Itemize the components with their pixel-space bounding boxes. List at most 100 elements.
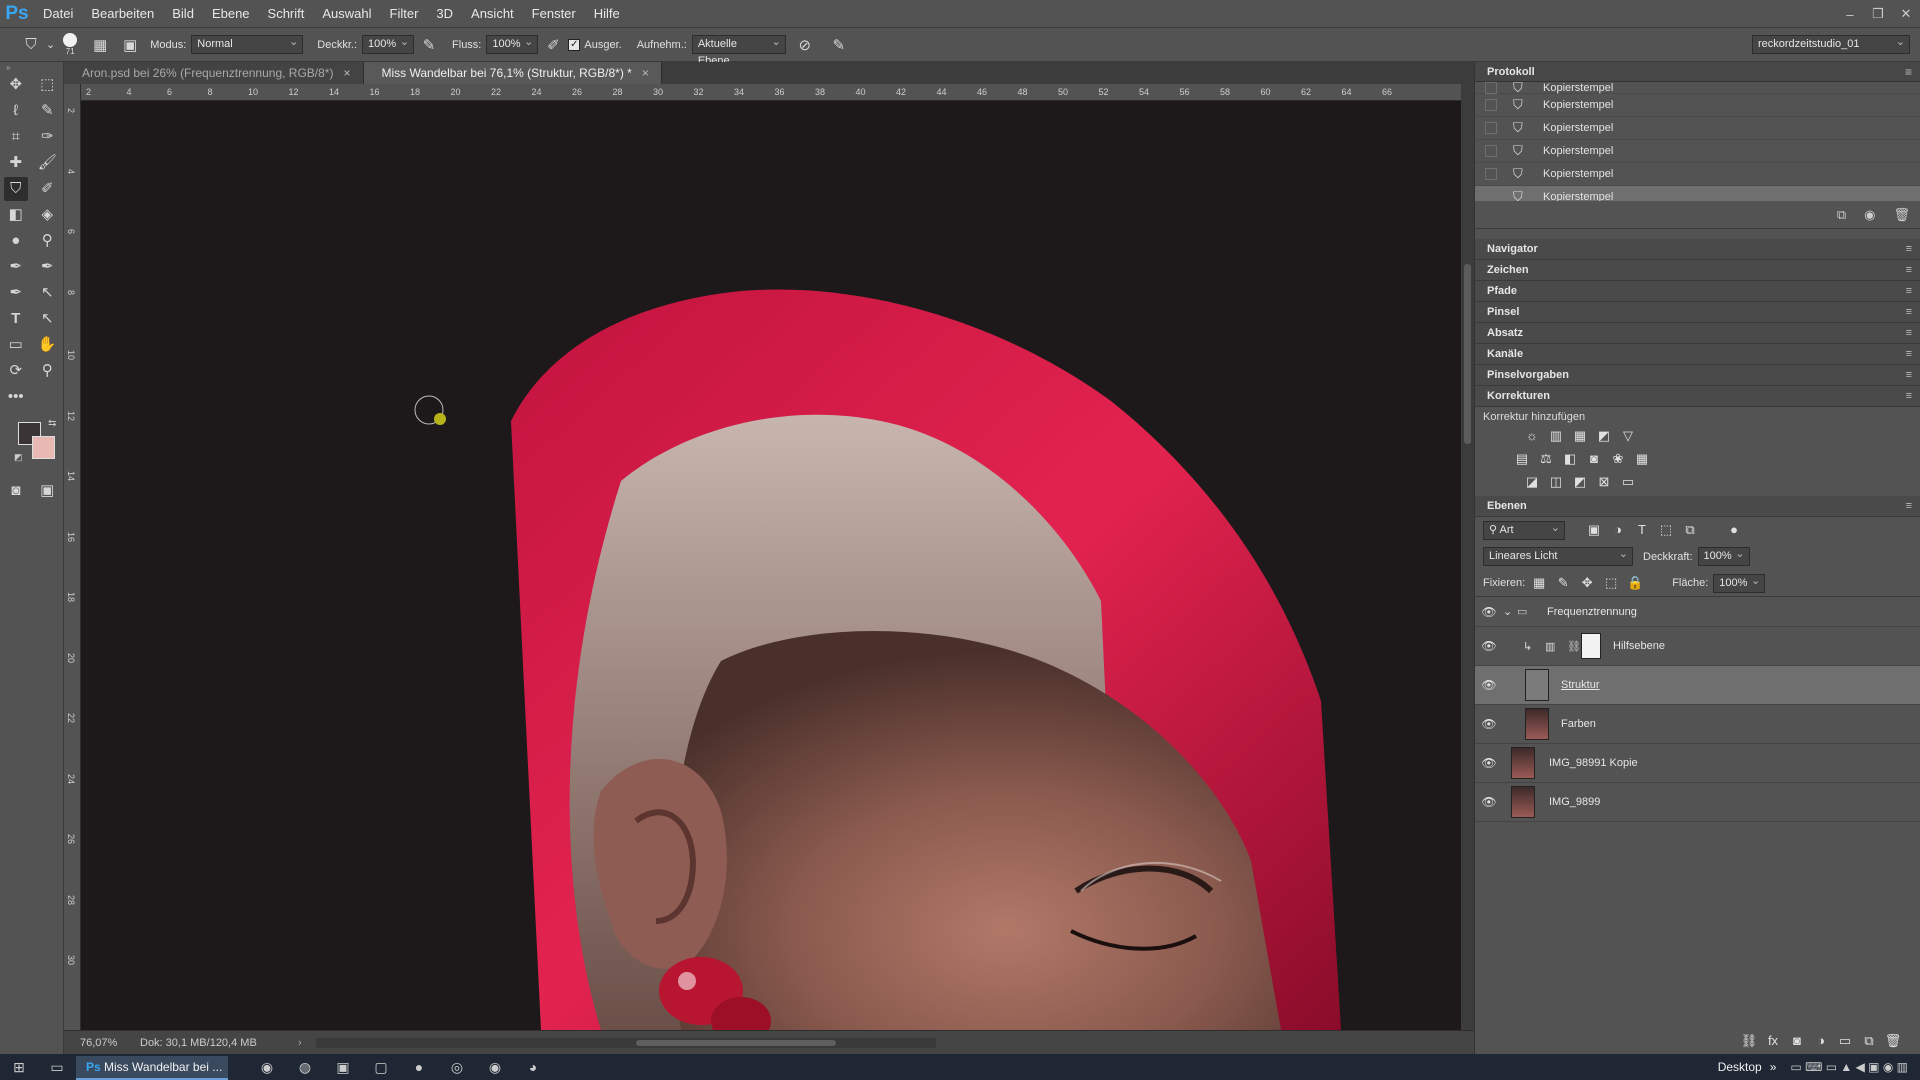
ignore-adjustment-layers-icon[interactable]: ⊘ xyxy=(796,36,814,54)
brush-preset-picker[interactable]: 71 xyxy=(63,33,78,56)
close-icon[interactable]: × xyxy=(343,66,350,80)
paint-bucket-tool-icon[interactable]: ◈ xyxy=(35,203,59,227)
pixel-filter-icon[interactable]: ▣ xyxy=(1585,521,1603,539)
opacity-dropdown[interactable]: 100% xyxy=(1697,546,1750,566)
snapshot-source-checkbox[interactable] xyxy=(1485,191,1497,201)
menu-filter[interactable]: Filter xyxy=(381,0,428,28)
eye-icon[interactable]: 👁 xyxy=(1475,717,1503,731)
taskbar-app-photoshop[interactable]: Ps Miss Wandelbar bei ... xyxy=(76,1055,228,1080)
move-tool-icon[interactable]: ✥ xyxy=(4,73,28,97)
panel-menu-icon[interactable]: ≡ xyxy=(1906,327,1912,339)
tool-preset-chevron-icon[interactable]: ⌄ xyxy=(46,38,55,51)
lock-all-icon[interactable]: 🔒 xyxy=(1626,574,1644,592)
crop-tool-icon[interactable]: ⌗ xyxy=(4,125,28,149)
deckkr-dropdown[interactable]: 100% xyxy=(362,34,415,54)
new-group-icon[interactable]: ▭ xyxy=(1836,1032,1854,1050)
airbrush-icon[interactable]: ✐ xyxy=(544,36,562,54)
brush-panel-toggle-icon[interactable]: ▦ xyxy=(91,36,109,54)
trash-icon[interactable]: 🗑 xyxy=(1884,1032,1902,1050)
tab-aron[interactable]: Aron.psd bei 26% (Frequenztrennung, RGB/… xyxy=(64,62,364,84)
levels-icon[interactable]: ▥ xyxy=(1547,427,1565,445)
firefox-icon[interactable]: ◍ xyxy=(286,1054,324,1080)
hue-saturation-icon[interactable]: ▤ xyxy=(1513,450,1531,468)
default-colors-icon[interactable]: ◩ xyxy=(14,452,23,463)
lock-position-icon[interactable]: ✥ xyxy=(1578,574,1596,592)
eye-icon[interactable]: 👁 xyxy=(1475,795,1503,809)
dodge-tool-icon[interactable]: ⚲ xyxy=(35,229,59,253)
add-mask-icon[interactable]: ◙ xyxy=(1788,1032,1806,1050)
panel-menu-icon[interactable]: ≡ xyxy=(1906,390,1912,402)
clone-source-panel-icon[interactable]: ▣ xyxy=(121,36,139,54)
ausger-checkbox[interactable]: ✓ xyxy=(568,38,581,51)
eyedropper-tool-icon[interactable]: ✑ xyxy=(35,125,59,149)
shape-filter-icon[interactable]: ⬚ xyxy=(1657,521,1675,539)
link-icon[interactable]: ⛓ xyxy=(1567,640,1581,653)
pen-tool-icon[interactable]: ✒ xyxy=(4,255,28,279)
menu-fenster[interactable]: Fenster xyxy=(523,0,585,28)
quick-selection-tool-icon[interactable]: ✎ xyxy=(35,99,59,123)
panel-menu-icon[interactable]: ≡ xyxy=(1906,243,1912,255)
path-selection-tool-icon[interactable]: ↖ xyxy=(35,281,59,305)
history-panel-header[interactable]: Protokoll ≡ xyxy=(1475,62,1920,82)
messenger-icon[interactable]: ◎ xyxy=(438,1054,476,1080)
layers-panel-header[interactable]: Ebenen ≡ xyxy=(1475,496,1920,517)
document-canvas[interactable] xyxy=(81,101,1461,1030)
modus-dropdown[interactable]: Normal xyxy=(191,34,304,54)
snapshot-source-checkbox[interactable] xyxy=(1485,145,1497,157)
new-adjustment-icon[interactable]: ◑ xyxy=(1812,1032,1830,1050)
restore-icon[interactable]: ❐ xyxy=(1864,6,1892,22)
scroll-thumb[interactable] xyxy=(1464,264,1471,444)
vertical-scrollbar[interactable] xyxy=(1461,84,1474,1030)
panel-absatz[interactable]: Absatz ≡ xyxy=(1475,323,1920,344)
lightroom-icon[interactable]: ▢ xyxy=(362,1054,400,1080)
history-state[interactable]: ⛉ Kopierstempel xyxy=(1475,186,1920,201)
fx-icon[interactable]: fx xyxy=(1764,1032,1782,1050)
exposure-icon[interactable]: ◩ xyxy=(1595,427,1613,445)
trash-icon[interactable]: 🗑 xyxy=(1893,207,1910,223)
zoom-level[interactable]: 76,07% xyxy=(80,1037,120,1049)
invert-icon[interactable]: ◪ xyxy=(1523,473,1541,491)
lock-transparent-icon[interactable]: ▦ xyxy=(1530,574,1548,592)
windows-start-icon[interactable]: ⊞ xyxy=(0,1054,38,1080)
snapshot-source-checkbox[interactable] xyxy=(1485,168,1497,180)
healing-brush-tool-icon[interactable]: ✚ xyxy=(4,151,28,175)
selective-color-icon[interactable]: ⊠ xyxy=(1595,473,1613,491)
history-state[interactable]: ⛉ Kopierstempel xyxy=(1475,94,1920,117)
photo-filter-icon[interactable]: ◙ xyxy=(1585,450,1603,468)
eye-icon[interactable]: 👁 xyxy=(1475,605,1503,619)
menu-ansicht[interactable]: Ansicht xyxy=(462,0,523,28)
snapshot-source-checkbox[interactable] xyxy=(1485,82,1497,94)
scroll-thumb[interactable] xyxy=(635,1039,836,1046)
background-color-swatch[interactable] xyxy=(32,436,55,459)
adjustment-filter-icon[interactable]: ◑ xyxy=(1609,521,1627,539)
new-layer-icon[interactable]: ⧉ xyxy=(1860,1032,1878,1050)
rotate-view-tool-icon[interactable]: ⟳ xyxy=(4,359,28,383)
type-filter-icon[interactable]: T xyxy=(1633,521,1651,539)
browser-icon[interactable]: ◉ xyxy=(476,1054,514,1080)
pen-add-tool-icon[interactable]: ✒ xyxy=(4,281,28,305)
menu-ebene[interactable]: Ebene xyxy=(203,0,259,28)
panel-menu-icon[interactable]: ≡ xyxy=(1905,65,1912,79)
folder-icon[interactable]: ● xyxy=(400,1054,438,1080)
tab-miss-wandelbar[interactable]: Miss Wandelbar bei 76,1% (Struktur, RGB/… xyxy=(363,62,662,84)
panel-menu-icon[interactable]: ≡ xyxy=(1906,306,1912,318)
snapshot-source-checkbox[interactable] xyxy=(1485,99,1497,111)
desktop-toolbar-label[interactable]: Desktop xyxy=(1718,1060,1762,1074)
panel-pinselvorgaben[interactable]: Pinselvorgaben ≡ xyxy=(1475,365,1920,386)
taskbar-app-icon[interactable]: ◉ xyxy=(248,1054,286,1080)
lock-artboard-icon[interactable]: ⬚ xyxy=(1602,574,1620,592)
close-icon[interactable]: ✕ xyxy=(1892,6,1920,22)
menu-auswahl[interactable]: Auswahl xyxy=(313,0,380,28)
panel-zeichen[interactable]: Zeichen ≡ xyxy=(1475,260,1920,281)
panel-menu-icon[interactable]: ≡ xyxy=(1906,348,1912,360)
eraser-tool-icon[interactable]: ◧ xyxy=(4,203,28,227)
rectangle-tool-icon[interactable]: ▭ xyxy=(4,333,28,357)
clone-stamp-tool-icon[interactable]: ⛉ xyxy=(22,36,40,53)
link-layers-icon[interactable]: ⛓ xyxy=(1740,1032,1758,1050)
history-brush-tool-icon[interactable]: ✐ xyxy=(35,177,59,201)
channel-mixer-icon[interactable]: ❀ xyxy=(1609,450,1627,468)
history-state[interactable]: ⛉ Kopierstempel xyxy=(1475,140,1920,163)
type-tool-icon[interactable]: T xyxy=(4,307,28,331)
gradient-map-icon[interactable]: ▭ xyxy=(1619,473,1637,491)
eye-icon[interactable]: 👁 xyxy=(1475,678,1503,692)
